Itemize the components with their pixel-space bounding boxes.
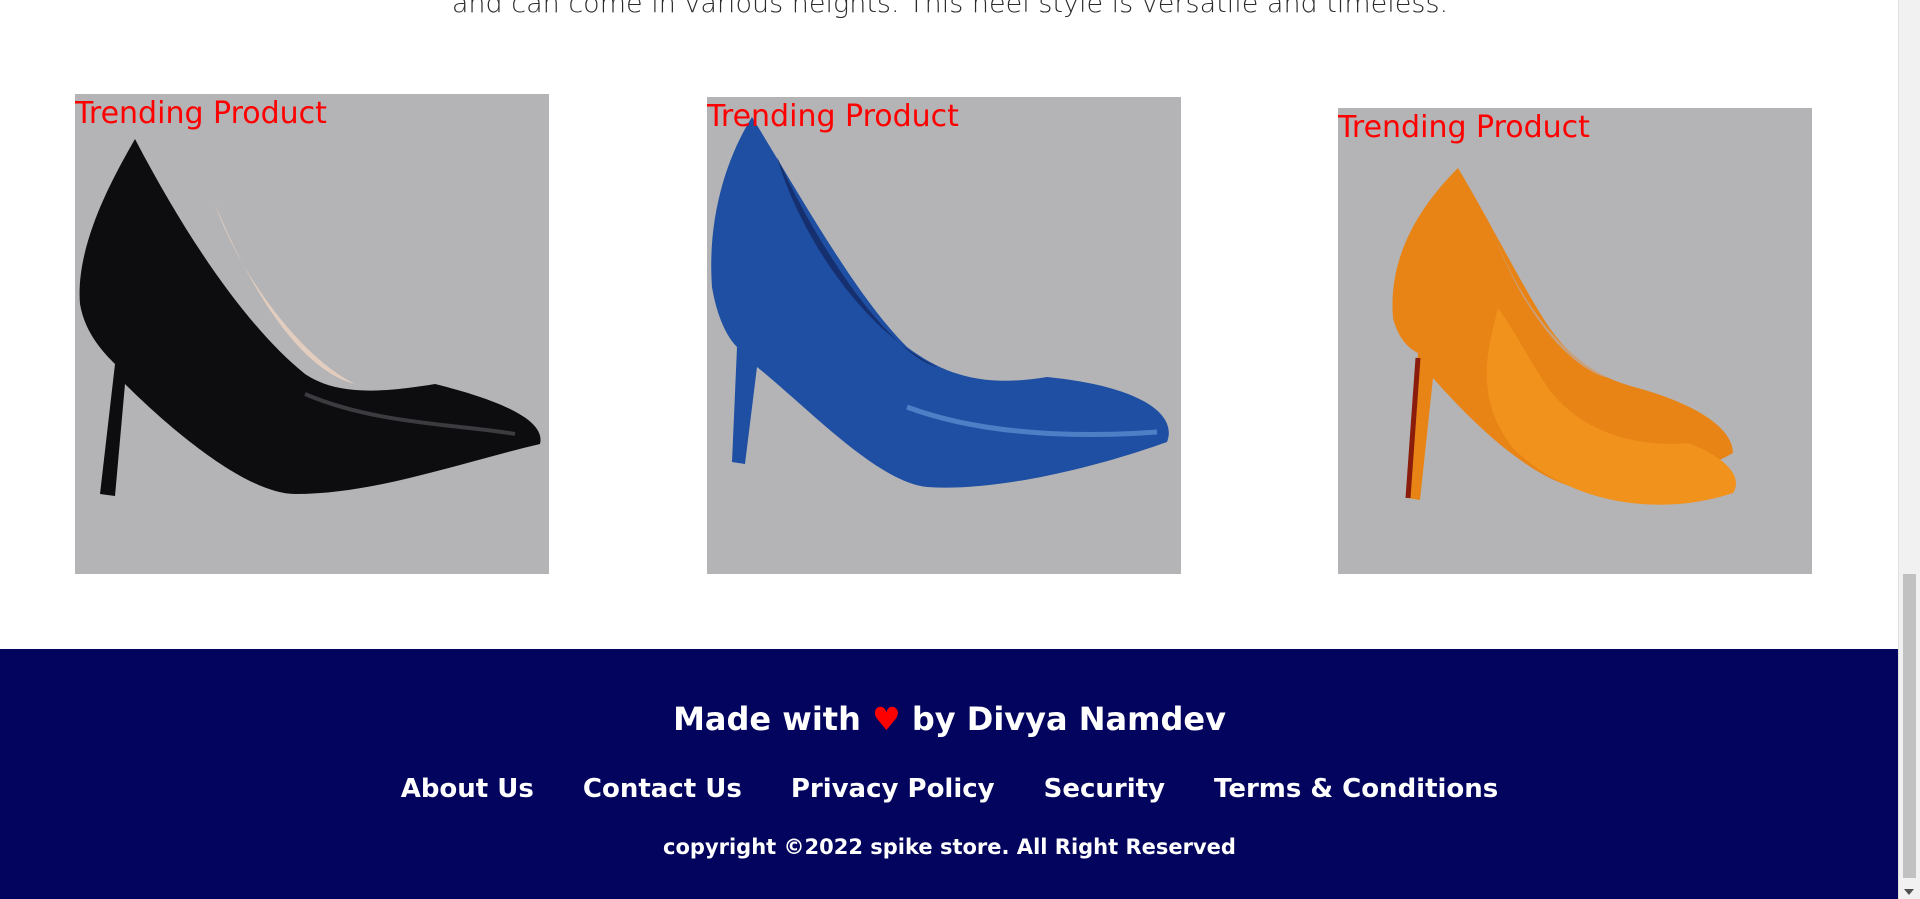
footer-link-security[interactable]: Security [1044,774,1165,804]
trending-label: Trending Product [707,99,959,134]
author-text: by Divya Namdev [911,700,1226,738]
footer-link-about-us[interactable]: About Us [401,774,534,804]
made-with-text: Made with [673,700,861,738]
vertical-scrollbar[interactable] [1898,0,1920,899]
copyright-text: copyright ©2022 spike store. All Right R… [663,835,1236,859]
product-card-3[interactable]: Trending Product [1338,108,1812,574]
product-card-2[interactable]: Trending Product [707,97,1181,574]
trending-label: Trending Product [1338,110,1590,145]
footer-links: About Us Contact Us Privacy Policy Secur… [0,774,1899,804]
made-with-line: Made with ♥ by Divya Namdev [0,700,1899,738]
site-footer: Made with ♥ by Divya Namdev About Us Con… [0,649,1899,899]
scrollbar-thumb[interactable] [1903,574,1916,878]
product-card-1[interactable]: Trending Product [75,94,549,574]
heart-icon: ♥ [872,700,901,738]
footer-link-privacy-policy[interactable]: Privacy Policy [791,774,995,804]
footer-link-terms-conditions[interactable]: Terms & Conditions [1214,774,1498,804]
product-description: and can come in various heights. This he… [451,0,1449,19]
blue-heel-shoe-icon [711,117,1169,488]
footer-link-contact-us[interactable]: Contact Us [583,774,742,804]
scroll-down-arrow-icon[interactable] [1904,889,1914,895]
orange-heel-pair-icon [1392,168,1736,505]
black-heel-shoe-icon [79,139,541,496]
trending-label: Trending Product [75,96,327,131]
